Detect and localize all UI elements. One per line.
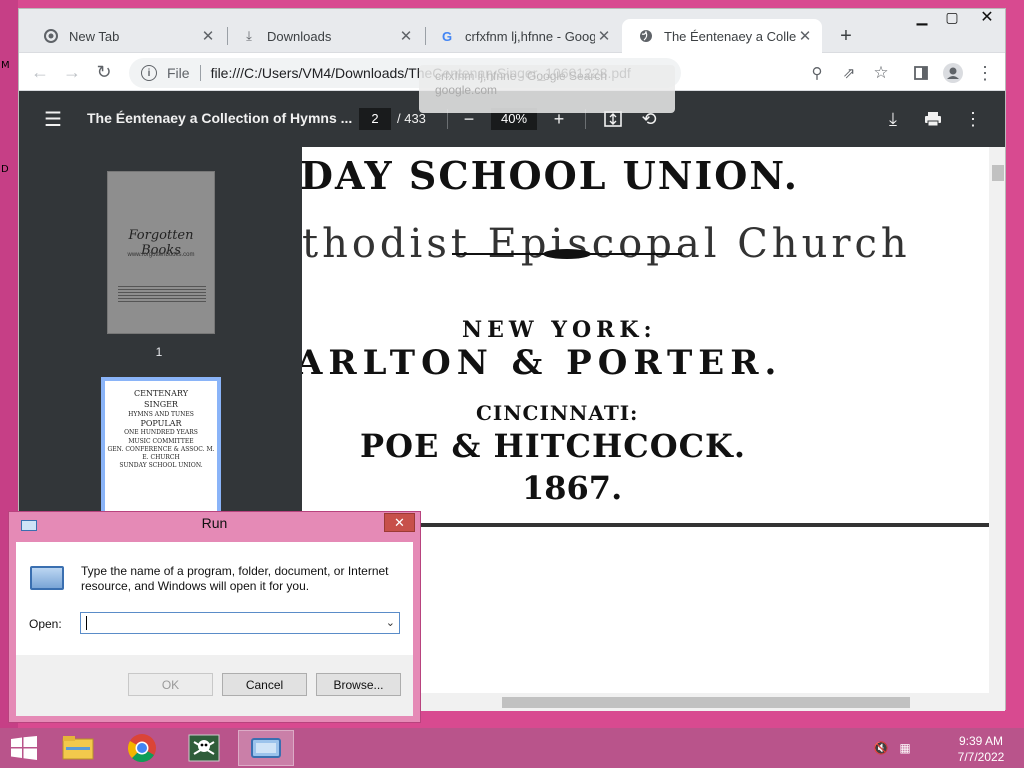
thumbnail-text-lines — [118, 284, 206, 304]
menu-kebab-icon[interactable]: ⋮ — [973, 61, 997, 85]
chrome-icon — [128, 734, 156, 763]
new-tab-button[interactable]: + — [835, 25, 857, 47]
scrollbar-thumb[interactable] — [502, 697, 910, 708]
download-icon[interactable]: ⤓ — [881, 107, 905, 131]
globe-icon — [638, 28, 654, 44]
taskbar-chrome[interactable] — [114, 730, 170, 766]
open-combobox[interactable]: ⌄ — [80, 612, 400, 634]
tab-google-search[interactable]: G crfxfnm lj,hfnne - Google ✕ — [423, 19, 621, 53]
dialog-message: Type the name of a program, folder, docu… — [81, 564, 389, 593]
folder-icon — [62, 736, 94, 760]
tooltip-domain: google.com — [435, 83, 498, 97]
page-number-input[interactable]: 2 — [359, 108, 391, 130]
open-label: Open: — [29, 617, 62, 631]
clock-date: 7/7/2022 — [957, 750, 1005, 764]
dialog-title: Run — [201, 515, 228, 531]
thumbnail-line: POPULAR — [140, 418, 182, 428]
forward-button[interactable]: → — [59, 59, 85, 85]
thumbnail-line: ONE HUNDRED YEARS — [124, 429, 198, 437]
page-text-line: CINCINNATI: — [476, 401, 639, 425]
run-dialog: Run ✕ Type the name of a program, folder… — [8, 511, 421, 723]
page-text-line: POE & HITCHCOCK. — [360, 427, 746, 465]
print-icon[interactable] — [921, 107, 945, 131]
page-thumbnail-2[interactable]: CENTENARY SINGER HYMNS AND TUNES POPULAR… — [101, 377, 221, 527]
ornamental-rule — [452, 249, 682, 259]
tab-strip: New Tab ✕ ⤓ Downloads ✕ G crfxfnm lj,hfn… — [19, 9, 1005, 53]
volume-muted-icon[interactable]: 🔇 — [872, 740, 890, 756]
text-caret — [86, 616, 87, 630]
back-button[interactable]: ← — [27, 59, 53, 85]
url-scheme: File — [167, 65, 190, 81]
maximize-button[interactable]: ▢ — [937, 5, 967, 29]
tab-title: New Tab — [69, 28, 120, 44]
google-icon: G — [441, 28, 453, 44]
tab-title: The Éentenaey a Collectio — [664, 28, 796, 44]
dialog-footer: OK Cancel Browse... — [16, 655, 413, 716]
close-icon[interactable]: ✕ — [199, 27, 217, 45]
hamburger-menu-icon[interactable]: ☰ — [41, 107, 65, 131]
close-icon[interactable]: ✕ — [595, 27, 613, 45]
thumbnail-page-number: 1 — [155, 345, 163, 359]
side-panel-icon[interactable] — [909, 61, 933, 85]
thumbnail-content: CENTENARY SINGER HYMNS AND TUNES POPULAR… — [105, 381, 217, 523]
close-icon[interactable]: ✕ — [397, 27, 415, 45]
close-button[interactable]: ✕ — [384, 513, 415, 532]
page-text-line: 1867. — [522, 469, 623, 507]
thumbnail-line: HYMNS AND TUNES — [128, 410, 194, 418]
browse-button[interactable]: Browse... — [316, 673, 401, 696]
page-thumbnail-1[interactable]: Forgotten Books www.forgottenbooks.com — [107, 171, 215, 334]
thumbnail-line: SINGER — [144, 399, 178, 409]
bookmark-star-icon[interactable]: ☆ — [869, 61, 893, 85]
thumbnail-line: CENTENARY — [134, 389, 188, 398]
tab-title: Downloads — [267, 28, 332, 44]
vertical-scrollbar[interactable] — [989, 147, 1005, 711]
page-text-line: DAY SCHOOL UNION. — [302, 153, 799, 198]
zoom-icon[interactable]: ⚲ — [805, 61, 829, 85]
taskbar-app-skull[interactable] — [176, 730, 232, 766]
tab-downloads[interactable]: ⤓ Downloads ✕ — [225, 19, 423, 53]
pdf-document-title: The Éentenaey a Collection of Hymns ... — [87, 110, 353, 126]
thumbnail-line: GEN. CONFERENCE & ASSOC. M. E. CHURCH — [107, 445, 215, 461]
tab-title: crfxfnm lj,hfnne - Google — [465, 28, 595, 44]
tab-hover-tooltip: crfxfnm lj,hfnne - Google Search google.… — [419, 65, 675, 113]
clock-time: 9:39 AM — [958, 734, 1004, 748]
system-clock[interactable]: 9:39 AM 7/7/2022 — [946, 733, 1016, 765]
download-icon: ⤓ — [246, 28, 252, 43]
thumbnail-url: www.forgottenbooks.com — [127, 252, 195, 258]
window-close-button[interactable]: ✕ — [969, 5, 1005, 29]
run-icon — [251, 738, 281, 758]
close-icon[interactable]: ✕ — [796, 27, 814, 45]
thumbnail-line: SUNDAY SCHOOL UNION. — [119, 461, 203, 469]
scrollbar-thumb[interactable] — [992, 165, 1004, 181]
run-program-icon — [30, 566, 64, 590]
page-text-line: ARLTON & PORTER. — [302, 343, 783, 383]
ok-button[interactable]: OK — [128, 673, 213, 696]
info-icon[interactable]: i — [141, 65, 157, 81]
network-icon[interactable]: ▦ — [896, 740, 914, 756]
chevron-down-icon[interactable]: ⌄ — [386, 616, 395, 629]
taskbar: 🔇 ▦ 9:39 AM 7/7/2022 — [0, 728, 1024, 768]
desktop-icon-label: M — [1, 60, 10, 71]
page-text-line: NEW YORK: — [462, 317, 657, 343]
tab-pdf-document[interactable]: The Éentenaey a Collectio ✕ — [622, 19, 822, 53]
minimize-button[interactable]: ▁ — [907, 5, 937, 29]
more-options-icon[interactable]: ⋮ — [961, 107, 985, 131]
skull-crossbones-icon — [188, 734, 220, 762]
tooltip-title: crfxfnm lj,hfnne - Google Search — [435, 69, 608, 83]
chrome-icon — [43, 28, 59, 44]
tab-new-tab[interactable]: New Tab ✕ — [27, 19, 225, 53]
profile-avatar[interactable] — [941, 61, 965, 85]
reload-button[interactable]: ↻ — [91, 59, 117, 85]
cancel-button[interactable]: Cancel — [222, 673, 307, 696]
page-count: / 433 — [397, 111, 426, 126]
windows-logo-icon — [11, 736, 37, 760]
desktop-icon-label: D — [1, 164, 9, 175]
taskbar-file-explorer[interactable] — [50, 730, 106, 766]
start-button[interactable] — [10, 736, 38, 760]
dialog-body: Type the name of a program, folder, docu… — [16, 542, 413, 655]
share-icon[interactable]: ⇗ — [837, 61, 861, 85]
divider — [199, 65, 201, 81]
thumbnail-line: MUSIC COMMITTEE — [128, 437, 194, 445]
taskbar-run[interactable] — [238, 730, 294, 766]
